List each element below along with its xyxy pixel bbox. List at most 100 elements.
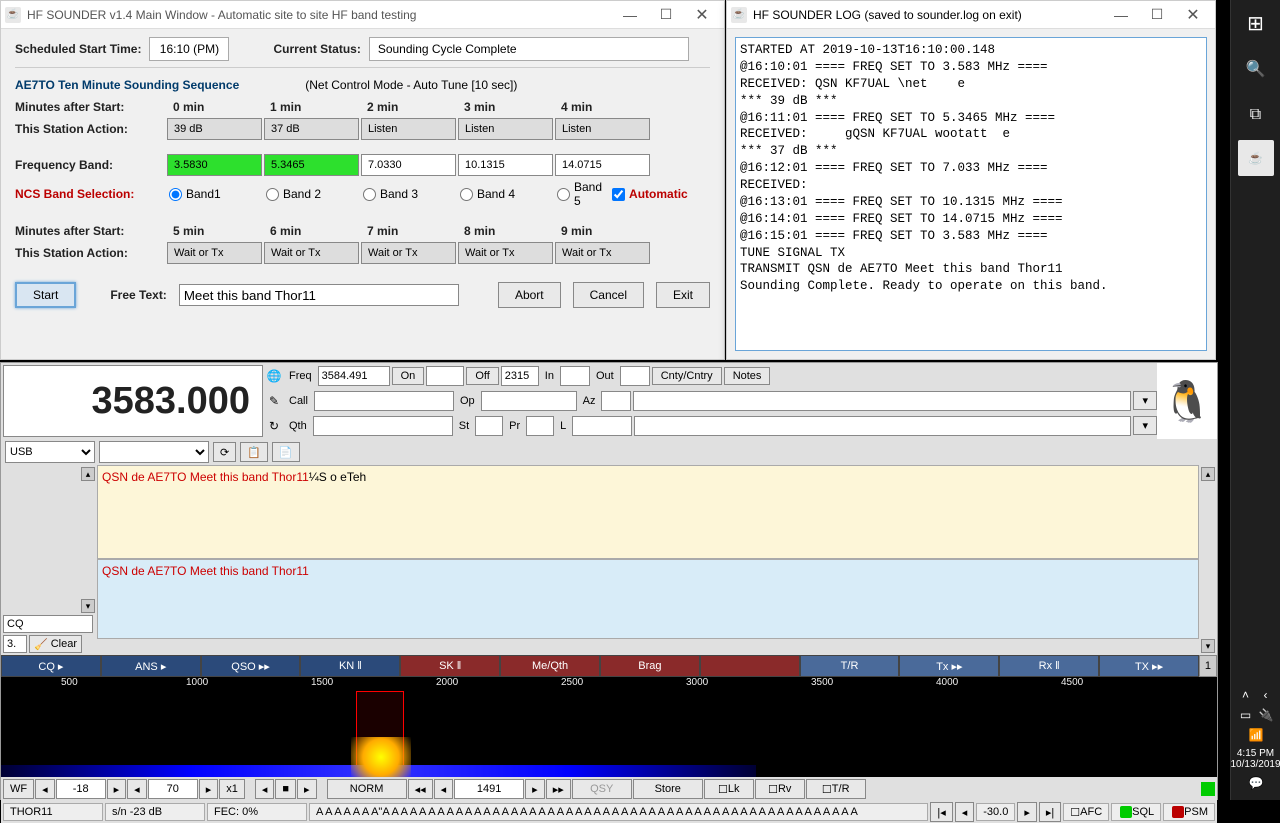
- refresh-icon[interactable]: ⟳: [213, 442, 236, 462]
- maximize-button[interactable]: ☐: [648, 3, 684, 27]
- exit-button[interactable]: Exit: [656, 282, 710, 308]
- az-input[interactable]: [601, 391, 631, 411]
- globe-icon[interactable]: 🌐: [265, 369, 283, 383]
- scroll-down-icon[interactable]: ▾: [1201, 639, 1215, 653]
- band2-radio[interactable]: [266, 188, 279, 201]
- chevron-up-icon[interactable]: ˄: [1239, 688, 1253, 702]
- close-button[interactable]: ✕: [684, 3, 720, 27]
- op-input[interactable]: [481, 391, 577, 411]
- chevron-left-icon[interactable]: ‹: [1259, 688, 1273, 702]
- minimize-button[interactable]: —: [612, 3, 648, 27]
- search-icon[interactable]: 🔍: [1231, 46, 1280, 92]
- close-button[interactable]: ✕: [1175, 3, 1211, 27]
- off-button[interactable]: Off: [466, 367, 498, 385]
- scroll-down-icon[interactable]: ▾: [81, 599, 95, 613]
- macro-button[interactable]: Me/Qth: [500, 655, 600, 677]
- java-taskbar-icon[interactable]: ☕: [1238, 140, 1274, 176]
- macro-button[interactable]: Tx ▸▸: [899, 655, 999, 677]
- start-button[interactable]: ⊞: [1231, 0, 1280, 46]
- band1-radio[interactable]: [169, 188, 182, 201]
- qth-input[interactable]: [313, 416, 453, 436]
- next-icon[interactable]: ▸: [107, 779, 127, 799]
- zoom-button[interactable]: x1: [219, 779, 245, 799]
- rv-button[interactable]: ☐ Rv: [755, 779, 805, 799]
- start-button[interactable]: Start: [15, 282, 76, 308]
- cnty-tab[interactable]: Cnty/Cntry: [652, 367, 722, 385]
- prev-icon[interactable]: ◂: [255, 779, 275, 799]
- notes-input2[interactable]: [634, 416, 1131, 436]
- sql-toggle[interactable]: SQL: [1111, 803, 1161, 821]
- freq-input[interactable]: [318, 366, 390, 386]
- lk-button[interactable]: ☐ Lk: [704, 779, 754, 799]
- skip-fwd-icon[interactable]: ▸|: [1039, 802, 1061, 822]
- skip-fwd-icon[interactable]: ▸▸: [546, 779, 571, 799]
- wf-val1[interactable]: -18: [56, 779, 106, 799]
- macro-button[interactable]: ANS ▸: [101, 655, 201, 677]
- scroll-up-icon[interactable]: ▴: [81, 467, 95, 481]
- band5-radio[interactable]: [557, 188, 570, 201]
- prev-icon[interactable]: ◂: [35, 779, 55, 799]
- notes-tab[interactable]: Notes: [724, 367, 771, 385]
- macro-button[interactable]: KN ‖: [300, 655, 400, 677]
- rx-pane[interactable]: QSN de AE7TO Meet this band Thor11¼S o e…: [97, 465, 1199, 559]
- clear-button[interactable]: 🧹 Clear: [29, 635, 82, 653]
- stop-icon[interactable]: ■: [275, 779, 296, 799]
- on-button[interactable]: On: [392, 367, 425, 385]
- wand-icon[interactable]: ✎: [265, 394, 283, 408]
- cursor-value[interactable]: 1491: [454, 779, 524, 799]
- macro-button[interactable]: TX ▸▸: [1099, 655, 1199, 677]
- norm-button[interactable]: NORM: [327, 779, 407, 799]
- l-input[interactable]: [572, 416, 632, 436]
- band3-radio[interactable]: [363, 188, 376, 201]
- abort-button[interactable]: Abort: [498, 282, 561, 308]
- band4-radio[interactable]: [460, 188, 473, 201]
- macro-button[interactable]: SK ‖: [400, 655, 500, 677]
- out-input[interactable]: [620, 366, 650, 386]
- macro-button[interactable]: Rx ‖: [999, 655, 1099, 677]
- waterfall[interactable]: 50010001500200025003000350040004500: [1, 677, 1217, 777]
- next-icon[interactable]: ▸: [525, 779, 545, 799]
- wf-val2[interactable]: 70: [148, 779, 198, 799]
- tray-time[interactable]: 4:15 PM: [1231, 748, 1280, 759]
- automatic-checkbox[interactable]: [612, 188, 625, 201]
- store-button[interactable]: Store: [633, 779, 703, 799]
- pr-input[interactable]: [526, 416, 554, 436]
- refresh-icon[interactable]: ↻: [265, 419, 283, 433]
- num-input[interactable]: [3, 635, 27, 653]
- macro-button[interactable]: T/R: [800, 655, 900, 677]
- notes-input[interactable]: [633, 391, 1131, 411]
- psm-toggle[interactable]: PSM: [1163, 803, 1215, 821]
- st-input[interactable]: [475, 416, 503, 436]
- prev-icon[interactable]: ◂: [955, 802, 975, 822]
- prev-icon[interactable]: ◂: [434, 779, 454, 799]
- macro-button[interactable]: Brag: [600, 655, 700, 677]
- skip-back-icon[interactable]: |◂: [930, 802, 952, 822]
- next-icon[interactable]: ▸: [1017, 802, 1037, 822]
- next-icon[interactable]: ▸: [199, 779, 219, 799]
- minimize-button[interactable]: —: [1103, 3, 1139, 27]
- cq-input[interactable]: [3, 615, 93, 633]
- log-textarea[interactable]: STARTED AT 2019-10-13T16:10:00.148 @16:1…: [735, 37, 1207, 351]
- prev-icon[interactable]: ◂: [127, 779, 147, 799]
- next-icon[interactable]: ▸: [297, 779, 317, 799]
- tx-pane[interactable]: QSN de AE7TO Meet this band Thor11: [97, 559, 1199, 639]
- macro-button[interactable]: QSO ▸▸: [201, 655, 301, 677]
- off-input[interactable]: [501, 366, 539, 386]
- frequency-display[interactable]: 3583.000: [3, 365, 263, 437]
- qsy-button[interactable]: QSY: [572, 779, 632, 799]
- tray-date[interactable]: 10/13/2019: [1231, 759, 1280, 770]
- copy-icon[interactable]: 📋: [240, 442, 268, 462]
- submode-select[interactable]: [99, 441, 209, 463]
- wf-button[interactable]: WF: [3, 779, 34, 799]
- dropdown-icon[interactable]: ▾: [1133, 416, 1157, 435]
- freetext-input[interactable]: [179, 284, 459, 306]
- task-view-icon[interactable]: ⧉: [1231, 92, 1280, 138]
- call-input[interactable]: [314, 391, 454, 411]
- wifi-icon[interactable]: 📶: [1249, 728, 1263, 742]
- cancel-button[interactable]: Cancel: [573, 282, 644, 308]
- battery-icon[interactable]: ▭: [1239, 708, 1253, 722]
- maximize-button[interactable]: ☐: [1139, 3, 1175, 27]
- on-input[interactable]: [426, 366, 464, 386]
- scroll-up-icon[interactable]: ▴: [1201, 467, 1215, 481]
- macro-button[interactable]: CQ ▸: [1, 655, 101, 677]
